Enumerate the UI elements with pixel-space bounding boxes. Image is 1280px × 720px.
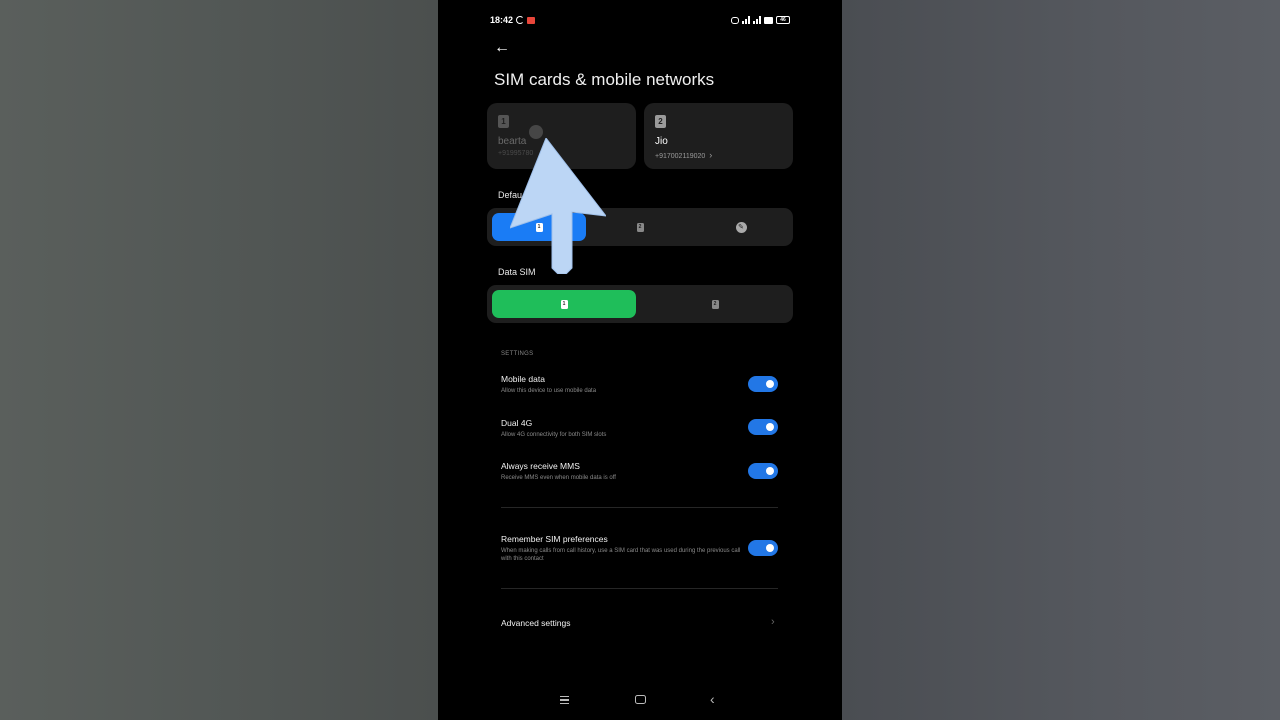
sim-slot-badge: 2 [655, 115, 666, 128]
home-icon[interactable] [635, 695, 646, 704]
nav-back-icon[interactable]: ‹ [710, 691, 715, 707]
sim-card-1[interactable]: 1 bearta +91995780 [487, 103, 636, 169]
sim-name: bearta [498, 136, 527, 147]
mobile-data-toggle[interactable] [748, 376, 778, 392]
wifi-icon [764, 16, 773, 24]
remember-sim-toggle[interactable] [748, 540, 778, 556]
pencil-icon: ✎ [735, 221, 747, 233]
sim-2-icon: 2 [636, 222, 644, 232]
chat-icon [731, 16, 739, 24]
default-calls-sim-1[interactable]: 1 [492, 213, 586, 241]
default-calls-label: Defau [498, 190, 523, 200]
phone-screen: 18:42 46 ← SIM cards & mobile networks 1… [438, 0, 842, 720]
dual-4g-toggle[interactable] [748, 419, 778, 435]
arrow-left-icon: ← [494, 39, 510, 56]
status-icons: 46 [731, 16, 790, 24]
divider [501, 507, 778, 508]
signal-icon-2 [753, 16, 761, 24]
setting-mobile-data: Mobile data Allow this device to use mob… [501, 374, 597, 394]
sync-icon [516, 16, 525, 24]
sim-1-icon: 1 [560, 299, 568, 309]
navigation-bar: ‹ [438, 690, 842, 710]
sim-2-icon: 2 [711, 299, 719, 309]
battery-icon: 46 [776, 16, 790, 24]
default-calls-selector: 1 2 ✎ [487, 208, 793, 246]
sim-number: +917002119020 › [655, 150, 713, 160]
sim-name: Jio [655, 136, 668, 147]
signal-icon [742, 16, 750, 24]
status-bar: 18:42 46 [490, 13, 790, 27]
default-calls-sim-2[interactable]: 2 [591, 213, 689, 241]
notification-icon [527, 16, 536, 24]
chevron-right-icon: › [709, 150, 713, 160]
back-button[interactable]: ← [494, 40, 510, 56]
status-time: 18:42 [490, 15, 514, 25]
setting-always-mms: Always receive MMS Receive MMS even when… [501, 461, 616, 481]
setting-dual-4g: Dual 4G Allow 4G connectivity for both S… [501, 418, 607, 438]
divider [501, 588, 778, 589]
default-calls-ask[interactable]: ✎ [693, 213, 789, 241]
data-sim-2[interactable]: 2 [642, 290, 788, 318]
touch-indicator [529, 125, 543, 139]
chevron-right-icon: › [771, 616, 775, 628]
data-sim-selector: 1 2 [487, 285, 793, 323]
page-title: SIM cards & mobile networks [494, 70, 715, 89]
data-sim-1[interactable]: 1 [492, 290, 636, 318]
sim-card-2[interactable]: 2 Jio +917002119020 › [644, 103, 793, 169]
settings-caption: SETTINGS [501, 351, 534, 357]
always-mms-toggle[interactable] [748, 463, 778, 479]
menu-icon[interactable] [560, 696, 569, 704]
advanced-settings-link[interactable]: Advanced settings [501, 618, 570, 628]
data-sim-label: Data SIM [498, 267, 536, 277]
setting-remember-sim: Remember SIM preferences When making cal… [501, 534, 741, 562]
sim-number: +91995780 [498, 150, 534, 157]
sim-slot-badge: 1 [498, 115, 509, 128]
background-right [842, 0, 1280, 720]
sim-1-icon: 1 [535, 222, 543, 232]
